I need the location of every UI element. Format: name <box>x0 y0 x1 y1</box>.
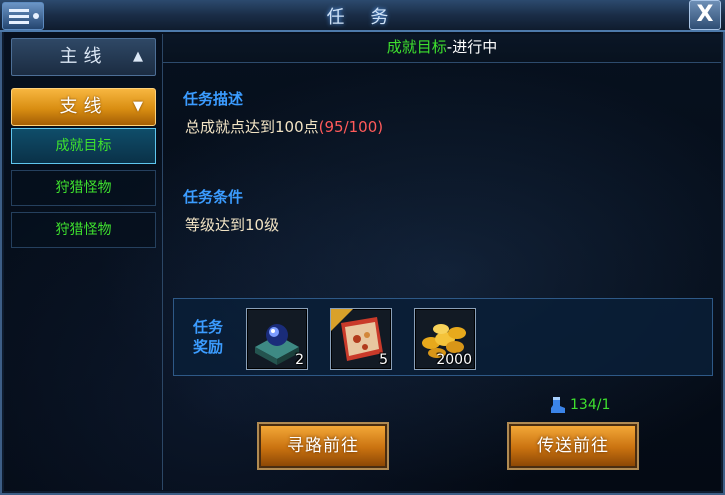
quest-status: -进行中 <box>446 38 498 56</box>
description-text: 总成就点达到100点(95/100) <box>185 116 383 137</box>
title-bar: 任 务 X <box>0 0 725 32</box>
energy-value: 134/1 <box>570 397 611 413</box>
tab-side-quest-label: 支线 <box>59 96 108 117</box>
chevron-down-icon: ▼ <box>133 99 143 114</box>
quest-name: 成就目标 <box>386 38 447 56</box>
sidebar-item-hunt-monsters-1[interactable]: 狩猎怪物 <box>11 170 156 206</box>
reward-item-gem-chest[interactable]: 2 <box>246 308 308 370</box>
condition-title: 任务条件 <box>183 188 244 206</box>
window-title: 任 务 <box>326 7 399 28</box>
reward-item-gold-coins[interactable]: 2000 <box>414 308 476 370</box>
description-main: 总成就点达到100点 <box>185 118 319 136</box>
tab-main-quest-label: 主线 <box>59 46 108 67</box>
pathfind-button[interactable]: 寻路前往 <box>257 422 389 470</box>
reward-item-red-package[interactable]: 5 <box>330 308 392 370</box>
quest-window: 任 务 X 主线 ▲ 支线 ▼ 成就目标 狩猎怪物 狩猎怪物 成就目标-进行中 … <box>0 0 725 495</box>
chevron-up-icon: ▲ <box>133 49 143 64</box>
quest-header: 成就目标-进行中 <box>163 34 721 63</box>
reward-label-line1: 任务 <box>192 318 223 336</box>
reward-box: 任务 奖励 2 5 2000 <box>173 298 713 376</box>
description-title: 任务描述 <box>183 90 244 108</box>
reward-item-count: 5 <box>379 352 388 368</box>
close-button[interactable]: X <box>689 0 721 30</box>
quest-detail-panel: 成就目标-进行中 任务描述 总成就点达到100点(95/100) 任务条件 等级… <box>162 34 721 490</box>
teleport-button[interactable]: 传送前往 <box>507 422 639 470</box>
sidebar-item-achievement-goal[interactable]: 成就目标 <box>11 128 156 164</box>
reward-label-line2: 奖励 <box>192 338 223 356</box>
sidebar-item-hunt-monsters-2[interactable]: 狩猎怪物 <box>11 212 156 248</box>
reward-item-count: 2000 <box>436 352 472 368</box>
reward-item-count: 2 <box>295 352 304 368</box>
boot-icon <box>551 397 565 413</box>
reward-label: 任务 奖励 <box>188 317 228 357</box>
tab-side-quest[interactable]: 支线 ▼ <box>11 88 156 126</box>
quest-category-sidebar: 主线 ▲ 支线 ▼ 成就目标 狩猎怪物 狩猎怪物 <box>6 34 158 490</box>
description-progress: (95/100) <box>318 118 384 136</box>
energy-counter: 134/1 <box>549 396 610 414</box>
tab-main-quest[interactable]: 主线 ▲ <box>11 38 156 76</box>
condition-text: 等级达到10级 <box>185 216 280 234</box>
